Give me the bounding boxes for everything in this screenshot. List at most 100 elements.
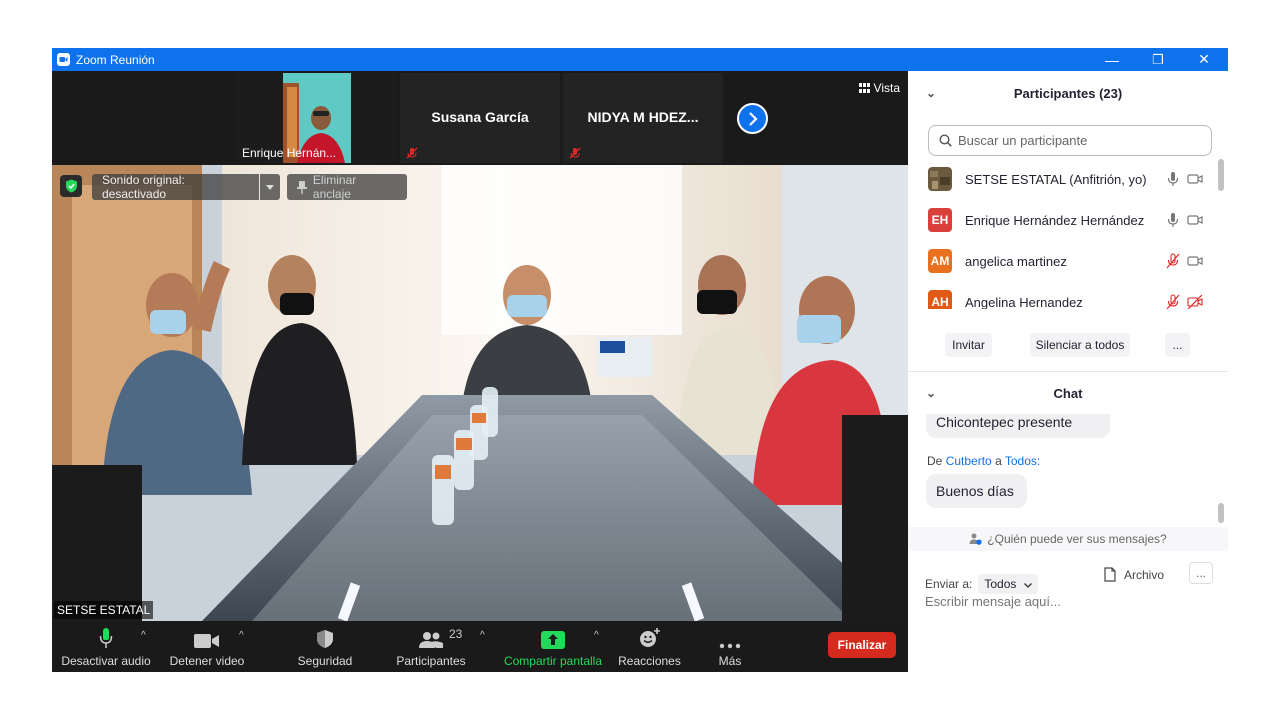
share-options-caret[interactable]: ^ (594, 630, 599, 641)
microphone-icon[interactable] (1165, 212, 1181, 228)
shield-check-icon (65, 179, 77, 193)
audio-options-caret[interactable]: ^ (141, 630, 146, 641)
end-meeting-button[interactable]: Finalizar (828, 632, 896, 658)
unpin-button[interactable]: Eliminar anclaje (287, 173, 407, 201)
avatar: EH (928, 208, 952, 232)
video-tile-enrique[interactable]: Enrique Hernán... (237, 73, 397, 163)
next-page-button[interactable] (737, 103, 768, 134)
chevron-right-icon (748, 111, 758, 126)
share-screen-button[interactable]: Compartir pantalla (502, 621, 604, 672)
title-bar: Zoom Reunión — ❐ ✕ (52, 48, 1228, 71)
chat-prefix: De (927, 454, 943, 468)
video-camera-icon[interactable] (1187, 171, 1203, 187)
shield-icon (317, 630, 333, 648)
invite-button[interactable]: Invitar (945, 333, 992, 357)
chat-message-header: De Cutberto a Todos: (927, 454, 1040, 468)
video-options-caret[interactable]: ^ (239, 630, 244, 641)
participants-more-button[interactable]: ... (1165, 333, 1190, 357)
chat-scrollbar[interactable] (1218, 503, 1224, 523)
main-video: Sonido original: desactivado Eliminar an… (52, 165, 908, 621)
participant-name: SETSE ESTATAL (Anfitrión, yo) (965, 172, 1147, 187)
chat-message-text: Buenos días (936, 483, 1014, 499)
security-button[interactable]: Seguridad (290, 621, 360, 672)
chat-recipient[interactable]: Todos: (1005, 454, 1040, 468)
grid-icon (858, 83, 870, 93)
window-title: Zoom Reunión (76, 52, 155, 67)
stop-video-button[interactable]: Detener video (167, 621, 247, 672)
participants-panel-header: ⌄ Participantes (23) (908, 73, 1228, 113)
chat-message-input[interactable] (925, 594, 1215, 609)
mic-muted-icon[interactable] (1165, 294, 1181, 309)
chat-message-text: Chicontepec presente (936, 414, 1073, 430)
participant-row[interactable]: EH Enrique Hernández Hernández (908, 200, 1218, 241)
mic-muted-icon (569, 147, 581, 159)
section-divider (908, 371, 1228, 372)
participants-button[interactable]: 23 Participantes (392, 621, 470, 672)
avatar (928, 167, 952, 191)
send-to-value: Todos (984, 577, 1017, 591)
search-placeholder: Buscar un participante (958, 133, 1088, 148)
participants-label: Participantes (396, 654, 466, 668)
collapse-chat-chevron-icon[interactable]: ⌄ (926, 386, 936, 400)
original-sound-dropdown[interactable] (260, 174, 280, 200)
participants-count: 23 (449, 627, 463, 641)
participant-name: Enrique Hernández Hernández (965, 213, 1145, 228)
close-button[interactable]: ✕ (1181, 48, 1227, 71)
chat-message: Buenos días (926, 474, 1027, 508)
participants-icon (419, 632, 443, 648)
who-can-see-messages[interactable]: ¿Quién puede ver sus mensajes? (908, 527, 1228, 551)
person-shield-icon (969, 533, 982, 545)
chat-messages: Chicontepec presente De Cutberto a Todos… (908, 414, 1228, 527)
restore-button[interactable]: ❐ (1135, 48, 1181, 71)
participants-options-caret[interactable]: ^ (480, 630, 485, 641)
participant-row[interactable]: AM angelica martinez (908, 241, 1218, 282)
search-icon (939, 134, 952, 147)
mute-audio-button[interactable]: Desactivar audio (61, 621, 151, 672)
more-button[interactable]: Más (710, 621, 750, 672)
emoji-reaction-icon (639, 628, 660, 647)
file-button[interactable]: Archivo (1104, 567, 1164, 582)
mic-muted-icon[interactable] (1165, 253, 1181, 269)
video-camera-icon[interactable] (1187, 212, 1203, 228)
original-sound-toggle[interactable]: Sonido original: desactivado (92, 173, 259, 201)
participant-row[interactable]: SETSE ESTATAL (Anfitrión, yo) (908, 159, 1218, 200)
collapse-participants-chevron-icon[interactable]: ⌄ (926, 86, 936, 100)
video-camera-icon[interactable] (1187, 253, 1203, 269)
view-button[interactable]: Vista (858, 81, 900, 95)
chat-message: Chicontepec presente (926, 414, 1110, 438)
share-screen-label: Compartir pantalla (503, 654, 603, 668)
participant-row[interactable]: AH Angelina Hernandez (908, 282, 1218, 309)
participant-search-input[interactable]: Buscar un participante (928, 125, 1212, 156)
chat-more-button[interactable]: ... (1189, 562, 1213, 584)
mute-all-button[interactable]: Silenciar a todos (1030, 333, 1130, 357)
video-tile-nidya[interactable]: NIDYA M HDEZ... (563, 73, 723, 163)
microphone-icon[interactable] (1165, 171, 1181, 187)
participants-panel-title: Participantes (23) (1013, 85, 1123, 101)
participant-name: Angelina Hernandez (965, 295, 1083, 309)
reactions-button[interactable]: Reacciones (617, 621, 682, 672)
share-screen-icon (541, 631, 565, 649)
send-to-dropdown[interactable]: Todos (978, 574, 1038, 594)
stop-video-label: Detener video (169, 654, 245, 668)
caret-down-icon (266, 184, 274, 190)
avatar: AH (928, 290, 952, 309)
file-label: Archivo (1124, 567, 1165, 582)
video-camera-icon (194, 634, 219, 648)
encryption-badge[interactable] (60, 175, 82, 197)
video-tile-susana[interactable]: Susana García (400, 73, 560, 163)
zoom-app-icon (57, 53, 70, 66)
view-label: Vista (873, 81, 900, 95)
participants-scrollbar[interactable] (1218, 159, 1224, 191)
tile-name: Enrique Hernán... (242, 146, 337, 160)
minimize-button[interactable]: — (1089, 48, 1135, 71)
file-icon (1104, 567, 1116, 582)
participants-list: SETSE ESTATAL (Anfitrión, yo) EH Enrique… (908, 159, 1228, 309)
speaker-name-label: SETSE ESTATAL (54, 601, 154, 619)
unpin-label: Eliminar anclaje (312, 173, 357, 201)
tile-name: NIDYA M HDEZ... (587, 109, 699, 125)
pin-icon (297, 180, 307, 194)
video-off-icon[interactable] (1187, 294, 1203, 309)
chat-sender[interactable]: Cutberto (946, 454, 992, 468)
participant-name: angelica martinez (965, 254, 1067, 269)
send-to-label: Enviar a: (925, 577, 973, 591)
